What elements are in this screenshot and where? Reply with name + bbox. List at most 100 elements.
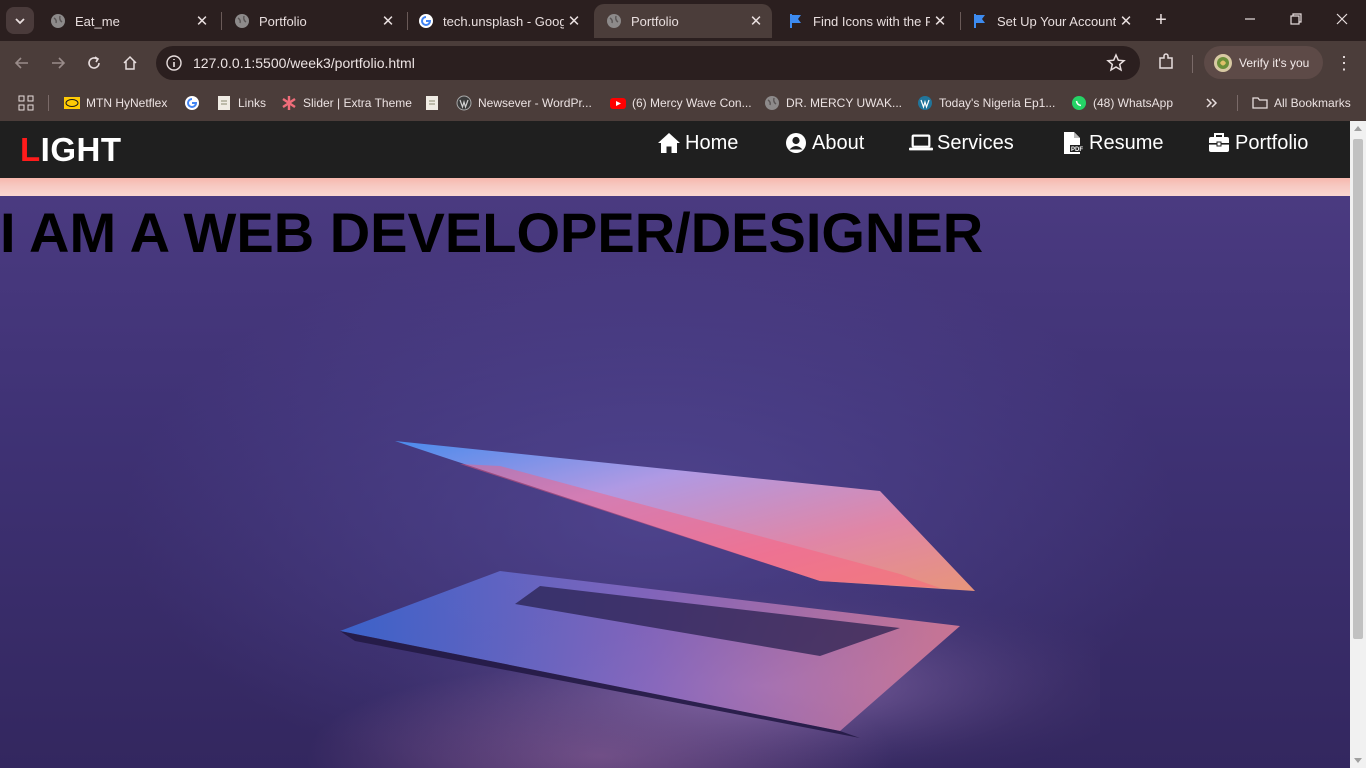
apps-button[interactable]: [18, 92, 40, 114]
close-window-button[interactable]: [1322, 7, 1362, 33]
bookmark-mercy-wave[interactable]: (6) Mercy Wave Con...: [610, 92, 752, 114]
tab-tech-unsplash[interactable]: tech.unsplash - Google ✕: [406, 4, 590, 38]
svg-text:PDF: PDF: [1071, 147, 1083, 153]
flag-icon: [788, 13, 804, 29]
laptop-image: [300, 441, 1100, 768]
bookmark-google[interactable]: [184, 92, 206, 114]
bookmark-links[interactable]: Links: [216, 92, 266, 114]
bookmark-label: Today's Nigeria Ep1...: [939, 96, 1056, 110]
google-icon: [184, 95, 200, 111]
reload-icon: [88, 56, 100, 69]
tab-eat-me[interactable]: Eat_me ✕: [38, 4, 218, 38]
close-tab-icon[interactable]: ✕: [1116, 11, 1136, 31]
scroll-down-icon[interactable]: [1354, 758, 1362, 763]
site-info-icon[interactable]: [164, 53, 184, 73]
bookmark-todays-nigeria[interactable]: Today's Nigeria Ep1...: [917, 92, 1055, 114]
chevron-double-right-icon: [1204, 95, 1220, 111]
toolbar-divider: [1192, 55, 1193, 73]
bookmark-mtn-hynetflex[interactable]: MTN HyNetflex: [64, 92, 167, 114]
forward-button[interactable]: [45, 50, 71, 76]
file-pdf-icon: PDF: [1061, 132, 1085, 154]
page-scrollbar[interactable]: [1350, 121, 1366, 768]
tab-portfolio-active[interactable]: Portfolio ✕: [594, 4, 772, 38]
address-bar[interactable]: 127.0.0.1:5500/week3/portfolio.html: [156, 46, 1140, 80]
tab-set-up-account[interactable]: Set Up Your Account ✕: [960, 4, 1142, 38]
bookmark-whatsapp[interactable]: (48) WhatsApp: [1071, 92, 1173, 114]
google-icon: [418, 13, 434, 29]
tab-title: Set Up Your Account: [997, 13, 1116, 29]
bookmark-label: (6) Mercy Wave Con...: [632, 96, 752, 110]
bookmark-divider: [1237, 95, 1238, 111]
nav-resume-label: Resume: [1089, 131, 1164, 154]
minimize-icon: [1245, 18, 1255, 20]
site-logo[interactable]: LIGHT: [20, 131, 122, 169]
bookmark-star-icon[interactable]: [1106, 53, 1126, 73]
asterisk-icon: [281, 95, 297, 111]
tab-find-icons[interactable]: Find Icons with the Perfect ✕: [776, 4, 956, 38]
more-bookmarks-button[interactable]: [1204, 92, 1226, 114]
bookmark-label: (48) WhatsApp: [1093, 96, 1174, 110]
nav-portfolio-label: Portfolio: [1235, 131, 1309, 154]
nav-services[interactable]: Services: [909, 130, 1014, 156]
tab-title: Eat_me: [75, 13, 120, 29]
wordpress-icon: [456, 95, 472, 111]
reload-button[interactable]: [81, 50, 107, 76]
nav-resume[interactable]: PDF Resume: [1061, 130, 1163, 156]
wordpress-icon: [917, 95, 933, 111]
globe-icon: [234, 13, 250, 29]
back-button[interactable]: [9, 50, 35, 76]
bookmark-page[interactable]: [424, 92, 446, 114]
globe-icon: [50, 13, 66, 29]
close-tab-icon[interactable]: ✕: [564, 11, 584, 31]
tab-title: Portfolio: [259, 13, 307, 29]
verify-label: Verify it's you: [1239, 55, 1310, 70]
tab-portfolio[interactable]: Portfolio ✕: [222, 4, 404, 38]
nav-services-label: Services: [937, 131, 1014, 154]
tab-title: tech.unsplash - Google: [443, 13, 564, 29]
all-bookmarks-button[interactable]: All Bookmarks: [1252, 92, 1351, 114]
close-icon: [1336, 13, 1348, 25]
extensions-icon[interactable]: [1156, 52, 1176, 72]
home-icon: [657, 132, 681, 154]
restore-button[interactable]: [1276, 7, 1316, 33]
menu-icon[interactable]: ⋮: [1335, 51, 1353, 75]
briefcase-icon: [1207, 132, 1231, 154]
laptop-icon: [909, 132, 933, 154]
nav-portfolio[interactable]: Portfolio: [1207, 130, 1308, 156]
all-bookmarks-label: All Bookmarks: [1274, 96, 1351, 110]
nav-about[interactable]: About: [784, 130, 864, 156]
tab-search-button[interactable]: [6, 7, 34, 34]
bookmark-slider-extra-theme[interactable]: Slider | Extra Theme: [281, 92, 412, 114]
tab-strip: Eat_me ✕ Portfolio ✕ tech.unsplash - Goo…: [0, 0, 1366, 41]
close-tab-icon[interactable]: ✕: [192, 11, 212, 31]
bookmark-newsever[interactable]: Newsever - WordPr...: [456, 92, 592, 114]
scroll-up-icon[interactable]: [1354, 126, 1362, 131]
nav-home[interactable]: Home: [657, 130, 738, 156]
globe-icon: [764, 95, 780, 111]
home-button[interactable]: [117, 50, 143, 76]
minimize-button[interactable]: [1230, 7, 1270, 33]
bookmark-label: Links: [238, 96, 267, 110]
chevron-down-icon: [15, 17, 25, 24]
close-tab-icon[interactable]: ✕: [930, 11, 950, 31]
mtn-icon: [64, 95, 80, 111]
bookmark-label: MTN HyNetflex: [86, 96, 168, 110]
flag-icon: [972, 13, 988, 29]
arrow-left-icon: [14, 57, 28, 69]
globe-icon: [606, 13, 622, 29]
restore-icon: [1290, 13, 1302, 25]
new-tab-button[interactable]: +: [1150, 9, 1172, 31]
close-tab-icon[interactable]: ✕: [378, 11, 398, 31]
user-circle-icon: [784, 132, 808, 154]
bookmark-dr-mercy-uwak[interactable]: DR. MERCY UWAK...: [764, 92, 902, 114]
whatsapp-icon: [1071, 95, 1087, 111]
profile-verify-button[interactable]: Verify it's you: [1204, 46, 1323, 79]
bookmark-label: Slider | Extra Theme: [303, 96, 412, 110]
nav-home-label: Home: [685, 131, 739, 154]
page-icon: [424, 95, 440, 111]
tab-title: Find Icons with the Perfect: [813, 13, 930, 29]
apps-grid-icon: [18, 95, 34, 111]
close-tab-icon[interactable]: ✕: [746, 11, 766, 31]
scrollbar-thumb[interactable]: [1353, 139, 1363, 639]
url-text[interactable]: 127.0.0.1:5500/week3/portfolio.html: [193, 55, 415, 71]
